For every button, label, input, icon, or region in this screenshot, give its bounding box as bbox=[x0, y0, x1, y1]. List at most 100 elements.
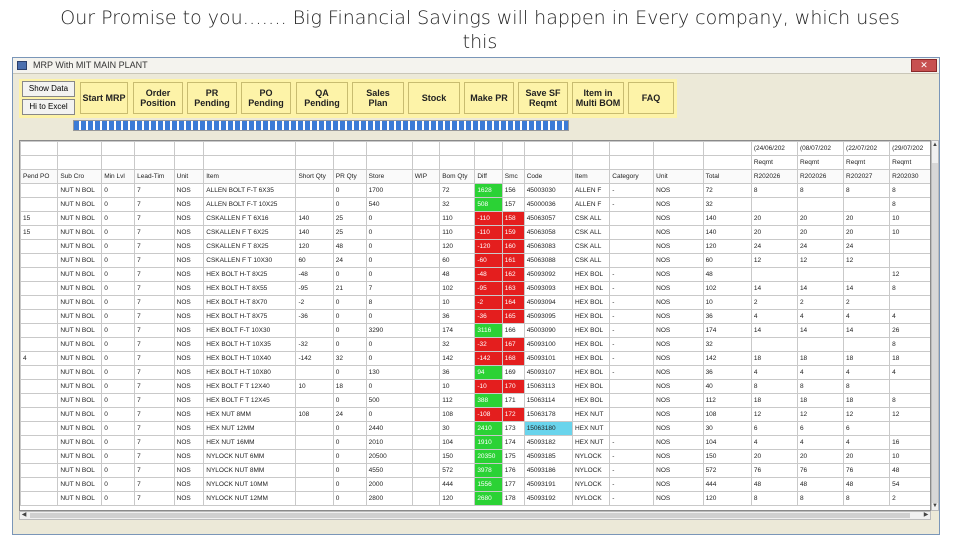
grid-cell-r4[interactable]: 8 bbox=[889, 393, 930, 408]
grid-cell-r2[interactable]: 12 bbox=[796, 407, 845, 422]
grid-cell-pend[interactable] bbox=[20, 337, 59, 352]
grid-cell-lead[interactable]: 7 bbox=[134, 309, 175, 324]
grid-cell-unit[interactable]: NOS bbox=[173, 309, 205, 324]
grid-cell[interactable] bbox=[609, 141, 655, 156]
grid-cell-unit[interactable]: NOS bbox=[173, 183, 205, 198]
grid-cell-unit2[interactable]: NOS bbox=[653, 239, 704, 254]
grid-cell-r3[interactable]: 18 bbox=[843, 393, 891, 408]
grid-cell-r4[interactable]: 16 bbox=[889, 435, 930, 450]
table-row[interactable]: NUT N BOL 0 7 NOS HEX NUT 8MM 108 24 0 108 -108 17… bbox=[20, 407, 930, 422]
grid-cell-r2[interactable]: 4 bbox=[796, 365, 845, 380]
grid-cell-total[interactable]: 120 bbox=[702, 239, 752, 254]
grid-cell-sub[interactable]: NUT N BOL bbox=[57, 407, 103, 422]
grid-code-header[interactable]: R202026 bbox=[750, 169, 798, 184]
grid-cell-total[interactable]: 102 bbox=[702, 281, 752, 296]
pr-pending-button[interactable]: PR Pending bbox=[187, 82, 237, 114]
grid-cell-short[interactable]: -95 bbox=[295, 281, 334, 296]
grid-cell-short[interactable]: 120 bbox=[295, 239, 334, 254]
grid-cell-item[interactable]: HEX BOLT H-T 8X25 bbox=[203, 267, 297, 282]
grid-cell-min[interactable]: 0 bbox=[101, 407, 136, 422]
grid-cell-r4[interactable]: 8 bbox=[889, 281, 930, 296]
grid-cell-short[interactable]: -48 bbox=[295, 267, 334, 282]
grid-cell-item[interactable]: HEX BOLT H-T 10X40 bbox=[203, 351, 297, 366]
table-row[interactable]: NUT N BOL 0 7 NOS HEX BOLT H-T 10X35 -32 0 0 32-… bbox=[20, 337, 930, 352]
grid-cell-min[interactable]: 0 bbox=[101, 253, 136, 268]
grid-cell-diff[interactable]: 2410 bbox=[474, 421, 503, 436]
grid-cell-r4[interactable]: 12 bbox=[889, 407, 930, 422]
grid-cell-item2[interactable]: HEX BOL bbox=[571, 337, 611, 352]
grid-cell[interactable] bbox=[173, 141, 205, 156]
grid-cell[interactable] bbox=[203, 155, 297, 170]
table-row[interactable]: NUT N BOL 0 7 NOS NYLOCK NUT 6MM 0 20500 150 203… bbox=[20, 449, 930, 464]
grid-cell-code[interactable]: 45000036 bbox=[523, 197, 573, 212]
grid-cell-r1[interactable]: 48 bbox=[750, 477, 798, 492]
table-row[interactable]: NUT N BOL 0 7 NOS ALLEN BOLT F-T 10X25 0 540 32… bbox=[20, 197, 930, 212]
grid-cell-bom[interactable]: 36 bbox=[439, 365, 476, 380]
grid-cell[interactable] bbox=[365, 155, 413, 170]
table-row[interactable]: NUT N BOL 0 7 NOS HEX BOLT F-T 10X30 0 3290 174… bbox=[20, 323, 930, 338]
grid-cell-total[interactable]: 150 bbox=[702, 449, 752, 464]
grid-cell-cat[interactable]: - bbox=[609, 365, 655, 380]
grid-cell-total[interactable]: 36 bbox=[702, 365, 752, 380]
scroll-up-icon[interactable]: ▲ bbox=[932, 141, 938, 149]
grid-cell-cat[interactable]: - bbox=[609, 351, 655, 366]
grid-cell-sub[interactable]: NUT N BOL bbox=[57, 225, 103, 240]
grid-cell-r1[interactable]: 8 bbox=[750, 491, 798, 506]
grid-cell-pend[interactable] bbox=[20, 379, 59, 394]
grid-cell-bom[interactable]: 102 bbox=[439, 281, 476, 296]
grid-cell-diff[interactable]: -120 bbox=[474, 239, 503, 254]
grid-cell-r1[interactable] bbox=[750, 197, 798, 212]
grid-cell-smc[interactable]: 158 bbox=[501, 211, 525, 226]
grid-cell-store[interactable]: 8 bbox=[365, 295, 413, 310]
grid-cell-r1[interactable]: 18 bbox=[750, 351, 798, 366]
grid-cell-wip[interactable] bbox=[411, 421, 441, 436]
grid-cell-short[interactable] bbox=[295, 365, 334, 380]
grid-cell-cat[interactable]: - bbox=[609, 309, 655, 324]
grid-cell-wip[interactable] bbox=[411, 365, 441, 380]
grid-code-header[interactable]: R202027 bbox=[843, 169, 891, 184]
column-header[interactable]: Min Lvl bbox=[101, 169, 136, 184]
grid-cell-short[interactable]: 60 bbox=[295, 253, 334, 268]
grid-cell[interactable] bbox=[332, 155, 367, 170]
column-header[interactable]: Diff bbox=[474, 169, 503, 184]
grid-cell-r2[interactable]: 14 bbox=[796, 281, 845, 296]
grid-cell-r4[interactable]: 8 bbox=[889, 337, 930, 352]
grid-cell-r3[interactable]: 20 bbox=[843, 225, 891, 240]
grid-cell-store[interactable]: 3290 bbox=[365, 323, 413, 338]
grid-cell-unit2[interactable]: NOS bbox=[653, 449, 704, 464]
grid-cell-bom[interactable]: 120 bbox=[439, 491, 476, 506]
grid-cell-item[interactable]: CSKALLEN F T 6X25 bbox=[203, 225, 297, 240]
table-row[interactable]: NUT N BOL 0 7 NOS HEX BOLT H-T 8X55 -95 21 7 102… bbox=[20, 281, 930, 296]
grid-cell-wip[interactable] bbox=[411, 225, 441, 240]
grid-cell-unit2[interactable]: NOS bbox=[653, 183, 704, 198]
table-row[interactable]: 15 NUT N BOL 0 7 NOS CSKALLEN F T 6X16 140 25 0 1… bbox=[20, 211, 930, 226]
grid-cell-store[interactable]: 0 bbox=[365, 211, 413, 226]
qa-pending-button[interactable]: QA Pending bbox=[296, 82, 348, 114]
grid-cell-unit[interactable]: NOS bbox=[173, 407, 205, 422]
grid-cell-wip[interactable] bbox=[411, 239, 441, 254]
grid-cell-item[interactable]: ALLEN BOLT F-T 6X35 bbox=[203, 183, 297, 198]
grid-cell-item[interactable]: CSKALLEN F T 10X30 bbox=[203, 253, 297, 268]
grid-cell-item2[interactable]: ALLEN F bbox=[571, 197, 611, 212]
grid-cell-sub[interactable]: NUT N BOL bbox=[57, 197, 103, 212]
grid-cell-diff[interactable]: -2 bbox=[474, 295, 503, 310]
scroll-down-icon[interactable]: ▼ bbox=[932, 502, 938, 510]
grid-cell-r3[interactable]: 8 bbox=[843, 379, 891, 394]
grid-cell-store[interactable]: 0 bbox=[365, 379, 413, 394]
grid-cell-sub[interactable]: NUT N BOL bbox=[57, 281, 103, 296]
grid-cell-prqty[interactable]: 0 bbox=[332, 435, 367, 450]
make-pr-button[interactable]: Make PR bbox=[464, 82, 514, 114]
grid-cell-r2[interactable]: 6 bbox=[796, 421, 845, 436]
grid-cell-bom[interactable]: 60 bbox=[439, 253, 476, 268]
grid-cell-total[interactable]: 32 bbox=[702, 337, 752, 352]
grid-cell[interactable] bbox=[173, 155, 205, 170]
grid-cell-unit[interactable]: NOS bbox=[173, 211, 205, 226]
grid-cell-lead[interactable]: 7 bbox=[134, 267, 175, 282]
grid-cell-prqty[interactable]: 18 bbox=[332, 379, 367, 394]
grid-cell-diff[interactable]: -110 bbox=[474, 225, 503, 240]
grid-cell-diff[interactable]: -48 bbox=[474, 267, 503, 282]
grid-cell-code[interactable]: 45003090 bbox=[523, 323, 573, 338]
grid-cell-min[interactable]: 0 bbox=[101, 463, 136, 478]
grid-cell-total[interactable]: 142 bbox=[702, 351, 752, 366]
grid-cell-r1[interactable]: 20 bbox=[750, 449, 798, 464]
